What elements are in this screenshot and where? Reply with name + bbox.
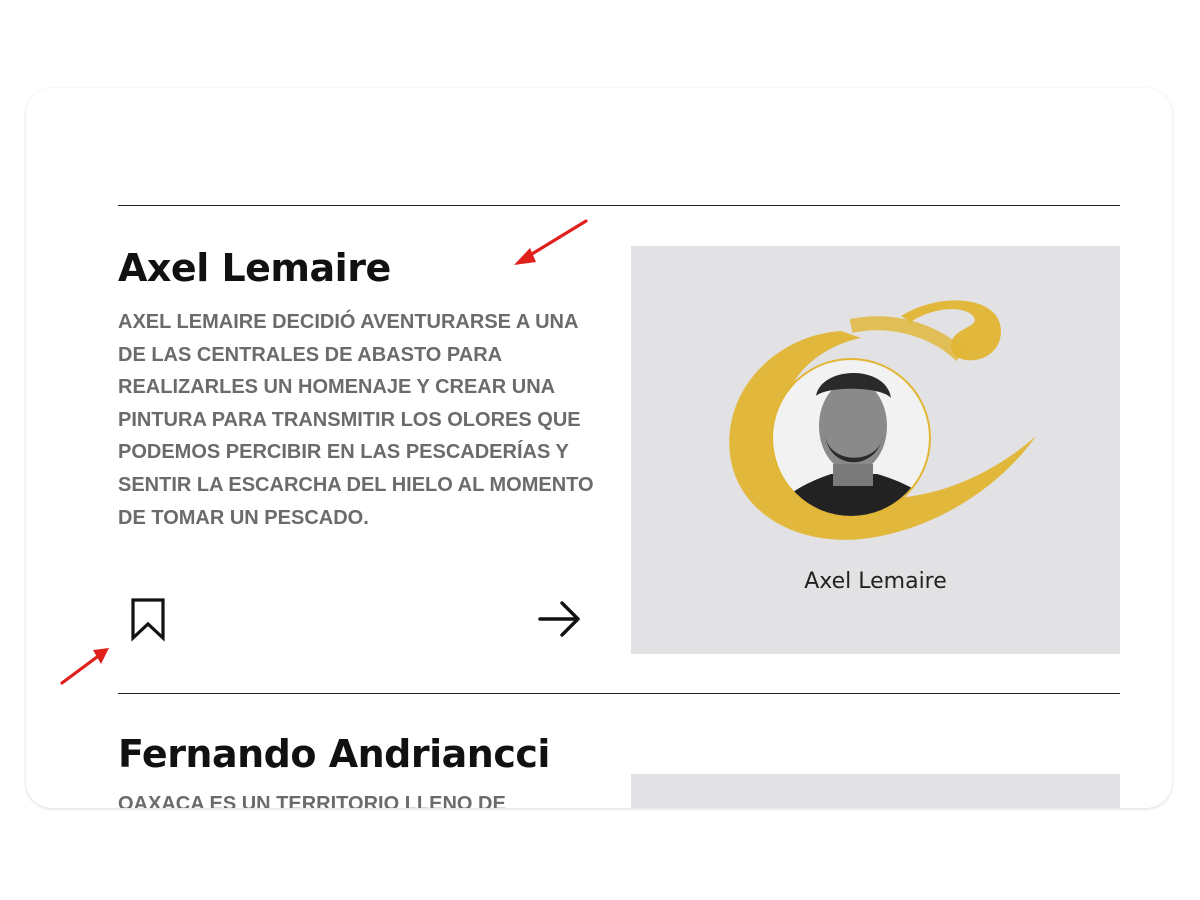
divider (118, 205, 1120, 206)
article-description: AXEL LEMAIRE DECIDIÓ AVENTURARSE A UNA D… (118, 311, 594, 529)
article-title[interactable]: Fernando Andriancci (118, 732, 550, 776)
arrow-right-icon[interactable] (536, 596, 584, 642)
bookmark-icon[interactable] (128, 596, 168, 642)
image-caption: Axel Lemaire (804, 569, 947, 594)
article-description: OAXACA ES UN TERRITORIO LLENO DE (118, 793, 506, 808)
author-portrait (729, 300, 1036, 540)
author-image-panel[interactable]: Axel Lemaire (631, 246, 1120, 654)
article-list-card: Axel Lemaire AXEL LEMAIRE DECIDIÓ AVENTU… (26, 88, 1172, 808)
article-title[interactable]: Axel Lemaire (118, 246, 391, 290)
divider (118, 693, 1120, 694)
author-image-panel[interactable] (631, 774, 1120, 808)
